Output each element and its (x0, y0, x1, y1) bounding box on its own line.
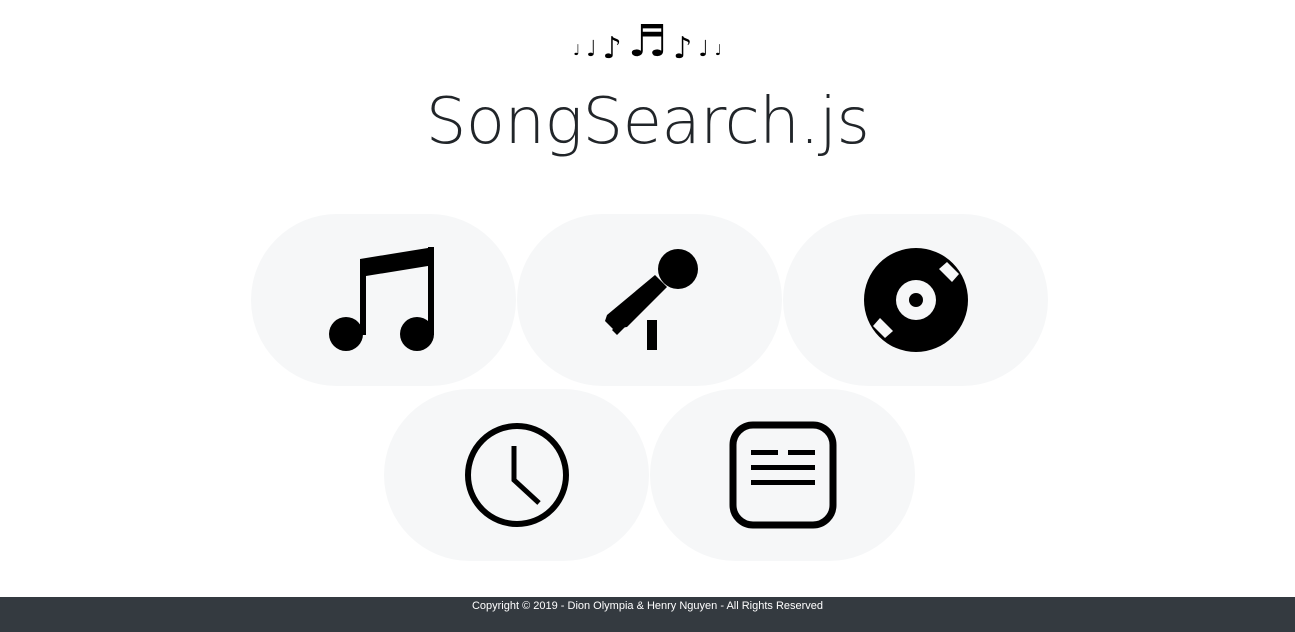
eighth-note-icon: ♪ (602, 31, 622, 66)
music-notes-decoration: ♩ ♩ ♪ ♬ ♪ ♩ ♩ (0, 14, 1295, 64)
search-songs-button[interactable] (251, 214, 516, 386)
search-artists-button[interactable] (517, 214, 782, 386)
beamed-notes-icon: ♬ (627, 16, 668, 67)
quarter-note-icon: ♩ (586, 37, 597, 62)
quarter-note-icon: ♩ (573, 41, 581, 59)
copyright-text: Copyright © 2019 - Dion Olympia & Henry … (471, 600, 824, 612)
music-notes-icon (328, 247, 434, 351)
page: ♩ ♩ ♪ ♬ ♪ ♩ ♩ SongSearch.js Copyright © … (0, 0, 1295, 632)
vinyl-record-icon (863, 248, 968, 352)
lyrics-icon (729, 421, 836, 529)
page-title: SongSearch.js (0, 84, 1295, 160)
search-albums-button[interactable] (783, 214, 1048, 386)
microphone-icon (604, 249, 698, 350)
title-extension: .js (799, 85, 870, 159)
footer: Copyright © 2019 - Dion Olympia & Henry … (0, 597, 1295, 632)
recent-searches-button[interactable] (384, 389, 649, 561)
title-main: SongSearch (425, 85, 800, 159)
quarter-note-icon: ♩ (714, 41, 722, 59)
search-lyrics-button[interactable] (650, 389, 915, 561)
eighth-note-icon: ♪ (673, 31, 693, 66)
clock-icon (464, 423, 569, 527)
quarter-note-icon: ♩ (698, 37, 709, 62)
